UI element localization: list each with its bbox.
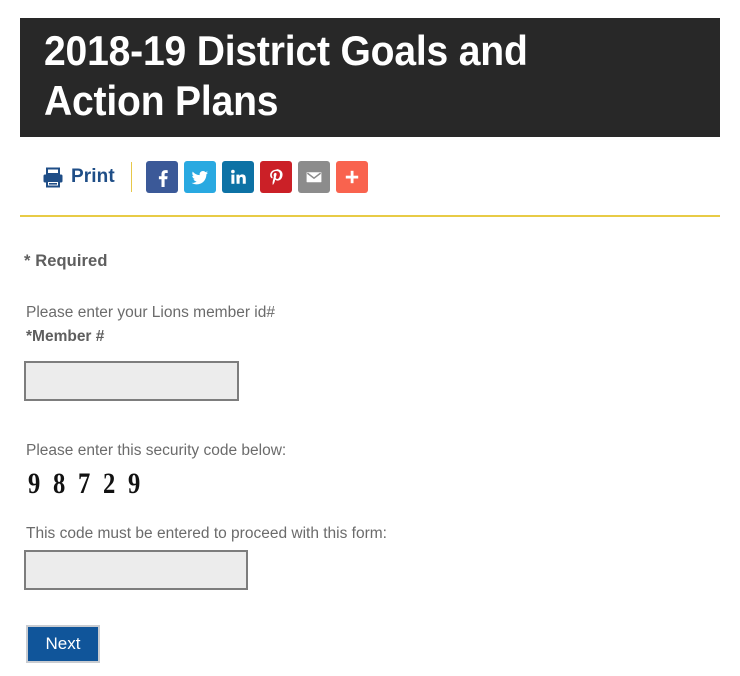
- page-title: 2018-19 District Goals and Action Plans: [44, 27, 528, 124]
- toolbar-divider: [130, 162, 132, 192]
- next-button[interactable]: Next: [26, 625, 100, 663]
- facebook-icon: [152, 167, 172, 187]
- print-label: Print: [71, 166, 115, 187]
- security-code-image: 9 8 7 2 9: [28, 467, 144, 500]
- more-share-button[interactable]: [335, 161, 368, 193]
- required-note: * Required: [24, 252, 108, 270]
- security-code-group: Please enter this security code below: 9…: [24, 441, 714, 500]
- print-button[interactable]: Print: [42, 166, 115, 188]
- pinterest-icon: [266, 167, 286, 187]
- printer-icon: [42, 167, 64, 188]
- member-id-field-group: Please enter your Lions member id# *Memb…: [24, 303, 714, 401]
- twitter-icon: [190, 167, 210, 187]
- envelope-icon: [304, 167, 324, 187]
- member-id-label: *Member #: [26, 328, 105, 345]
- registration-form: * Required Please enter your Lions membe…: [24, 252, 714, 590]
- security-code-input[interactable]: [24, 550, 248, 590]
- linkedin-icon: [228, 167, 248, 187]
- facebook-share-button[interactable]: [145, 161, 178, 193]
- linkedin-share-button[interactable]: [221, 161, 254, 193]
- security-code-entry-prompt: This code must be entered to proceed wit…: [26, 525, 387, 542]
- email-share-button[interactable]: [297, 161, 330, 193]
- page-header-banner: 2018-19 District Goals and Action Plans: [20, 18, 720, 137]
- section-divider: [20, 215, 720, 217]
- twitter-share-button[interactable]: [183, 161, 216, 193]
- share-toolbar: Print: [42, 159, 368, 195]
- member-id-input[interactable]: [24, 361, 239, 401]
- pinterest-share-button[interactable]: [259, 161, 292, 193]
- plus-icon: [342, 167, 362, 187]
- security-code-entry-group: This code must be entered to proceed wit…: [24, 524, 714, 590]
- member-id-hint: Please enter your Lions member id#: [26, 304, 275, 321]
- share-icon-group: [145, 161, 368, 193]
- security-code-prompt: Please enter this security code below:: [26, 442, 287, 459]
